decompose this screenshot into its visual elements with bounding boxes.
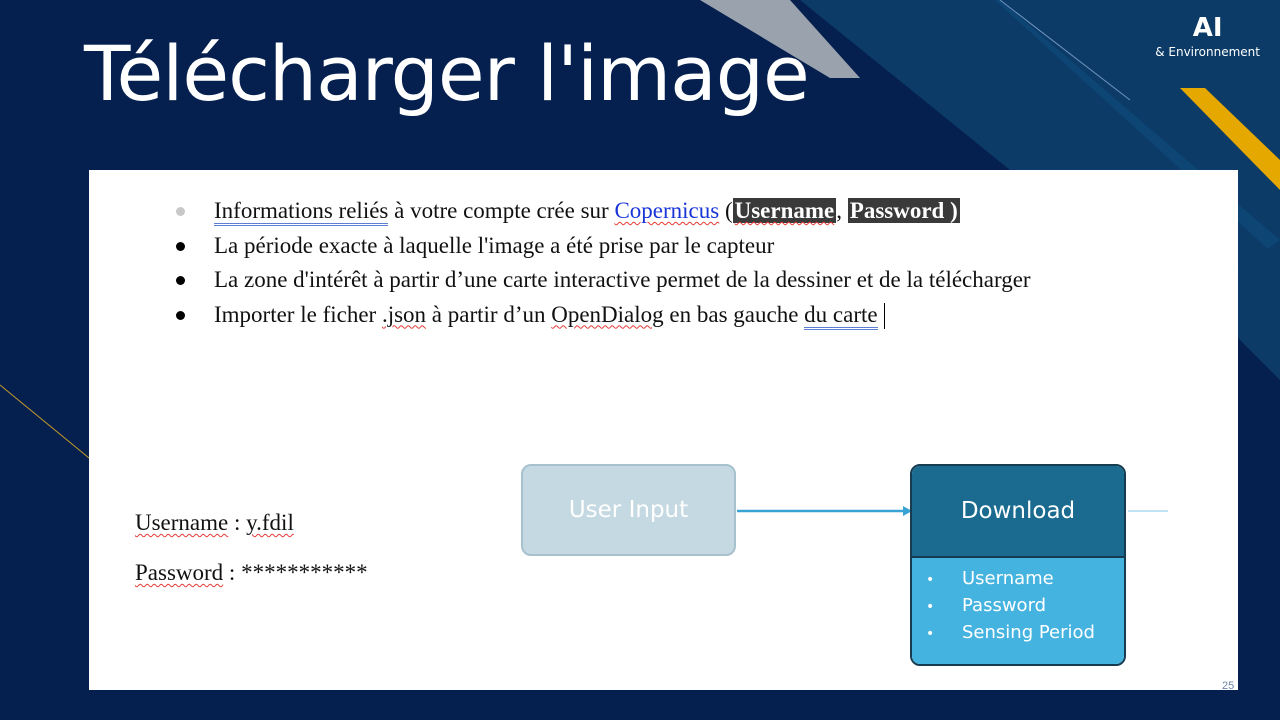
download-item: • Username bbox=[926, 566, 1124, 593]
download-item-label: Sensing Period bbox=[962, 622, 1095, 643]
download-item-bullet: • bbox=[926, 599, 935, 615]
brand-name: AI bbox=[1192, 13, 1223, 43]
download-item-bullet: • bbox=[926, 572, 935, 588]
download-item-bullet: • bbox=[926, 626, 935, 642]
download-item: • Sensing Period bbox=[926, 620, 1124, 647]
screenshot-panel: Informations reliés à votre compte crée … bbox=[89, 170, 1238, 690]
download-item-label: Password bbox=[962, 595, 1047, 616]
download-item-label: Username bbox=[962, 568, 1054, 589]
brand-subtitle: & Environnement bbox=[1155, 45, 1260, 59]
user-input-box: User Input bbox=[521, 464, 736, 556]
page-number: 25 bbox=[1222, 680, 1235, 692]
download-box: Download • Username • Password • Sensing Pe… bbox=[910, 464, 1126, 666]
download-items: • Username • Password • Sensing Period bbox=[926, 566, 1124, 647]
user-input-label: User Input bbox=[568, 497, 689, 523]
download-title: Download bbox=[960, 498, 1076, 524]
download-body: • Username • Password • Sensing Period bbox=[912, 558, 1124, 664]
download-item: • Password bbox=[926, 593, 1124, 620]
download-header: Download bbox=[912, 466, 1124, 558]
slide-title: Télécharger l'image bbox=[84, 29, 810, 118]
brand-logo: AI & Environnement bbox=[1155, 12, 1260, 60]
